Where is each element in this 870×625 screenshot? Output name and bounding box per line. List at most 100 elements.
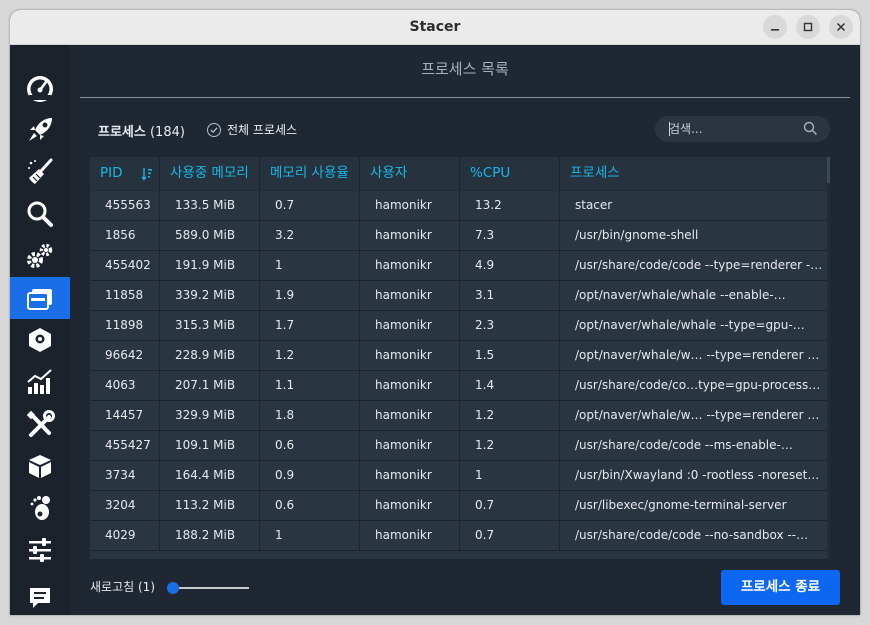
app-window: Stacer 프로세스 목록 프로세스 (184) 전체 프로세스 검색... … bbox=[10, 10, 860, 615]
cell-pid: 11858 bbox=[90, 281, 160, 310]
sidebar-item-cleaner[interactable] bbox=[10, 151, 70, 193]
refresh-slider[interactable] bbox=[167, 581, 251, 595]
refresh-label: 새로고침 (1) bbox=[90, 578, 155, 595]
cell-memory: 207.1 MiB bbox=[160, 371, 260, 400]
slider-handle[interactable] bbox=[167, 582, 179, 594]
sidebar-item-services[interactable] bbox=[10, 235, 70, 277]
cell-pid: 11898 bbox=[90, 311, 160, 340]
table-row[interactable]: 3734 164.4 MiB 0.9 hamonikr 1/usr/bin/Xwayla… bbox=[90, 461, 827, 491]
cell-memory: 188.2 MiB bbox=[160, 521, 260, 550]
sidebar-item-uninstaller[interactable] bbox=[10, 319, 70, 361]
cell-memory-percent: 1 bbox=[260, 521, 360, 550]
maximize-icon bbox=[803, 22, 813, 32]
cell-memory: 133.5 MiB bbox=[160, 191, 260, 220]
cell-cpu: 13.2 bbox=[460, 191, 560, 220]
cell-pid: 455427 bbox=[90, 431, 160, 460]
minimize-button[interactable] bbox=[763, 15, 787, 39]
all-processes-checkbox[interactable]: 전체 프로세스 bbox=[207, 121, 297, 138]
cell-cpu: 3.1 bbox=[460, 281, 560, 310]
table-row[interactable]: 1856 589.0 MiB 3.2 hamonikr 7.3/usr/bin/gnom… bbox=[90, 221, 827, 251]
cell-process: /opt/naver/whale/whale --enable-… bbox=[575, 288, 786, 302]
sidebar-item-apt[interactable] bbox=[10, 445, 70, 487]
table-row[interactable]: 455402 191.9 MiB 1 hamonikr 4.9/usr/share/co… bbox=[90, 251, 827, 281]
process-table: PID 사용중 메모리 메모리 사용율 사용자 %CPU 프로세스 455563… bbox=[90, 157, 830, 559]
table-row[interactable]: 11858 339.2 MiB 1.9 hamonikr 3.1/opt/naver/w… bbox=[90, 281, 827, 311]
column-header-cpu[interactable]: %CPU bbox=[460, 157, 560, 190]
table-row[interactable]: 4029 188.2 MiB 1 hamonikr 0.7/usr/share/code… bbox=[90, 521, 827, 551]
table-row-partial bbox=[90, 551, 827, 559]
process-count-label: 프로세스 bbox=[98, 125, 146, 140]
column-header-pid[interactable]: PID bbox=[90, 157, 160, 190]
process-count-value: (184) bbox=[149, 125, 185, 140]
cell-process: /usr/share/code/co…type=gpu-process … bbox=[575, 378, 825, 392]
column-header-memory[interactable]: 사용중 메모리 bbox=[160, 157, 260, 190]
cell-cpu: 1.2 bbox=[460, 401, 560, 430]
package-icon bbox=[29, 455, 51, 478]
cell-process: /usr/share/code/code --no-sandbox --… bbox=[575, 528, 809, 542]
slider-track bbox=[173, 587, 249, 589]
cell-memory-percent: 0.6 bbox=[260, 491, 360, 520]
cell-pid: 4063 bbox=[90, 371, 160, 400]
sidebar-item-dashboard[interactable] bbox=[10, 67, 70, 109]
cell-memory-percent: 0.7 bbox=[260, 191, 360, 220]
broom-icon bbox=[28, 158, 53, 184]
cell-memory-percent: 1.7 bbox=[260, 311, 360, 340]
processes-icon bbox=[27, 289, 52, 310]
column-header-user[interactable]: 사용자 bbox=[360, 157, 460, 190]
cell-memory-percent: 1.2 bbox=[260, 341, 360, 370]
table-row[interactable]: 4063 207.1 MiB 1.1 hamonikr 1.4/usr/share/co… bbox=[90, 371, 827, 401]
minimize-icon bbox=[771, 29, 779, 31]
cell-process: /usr/share/code/code --ms-enable-… bbox=[575, 438, 793, 452]
cell-memory: 191.9 MiB bbox=[160, 251, 260, 280]
search-input[interactable] bbox=[669, 116, 799, 142]
table-header: PID 사용중 메모리 메모리 사용율 사용자 %CPU 프로세스 bbox=[90, 157, 827, 190]
all-processes-label: 전체 프로세스 bbox=[227, 123, 298, 137]
cell-user: hamonikr bbox=[360, 191, 460, 220]
sidebar-item-startup[interactable] bbox=[10, 109, 70, 151]
scrollbar[interactable] bbox=[827, 157, 830, 559]
table-row[interactable]: 14457 329.9 MiB 1.8 hamonikr 1.2/opt/naver/w… bbox=[90, 401, 827, 431]
cell-user: hamonikr bbox=[360, 521, 460, 550]
cell-user: hamonikr bbox=[360, 461, 460, 490]
maximize-button[interactable] bbox=[796, 15, 820, 39]
sidebar-item-feedback[interactable] bbox=[10, 577, 70, 615]
table-row[interactable]: 455427 109.1 MiB 0.6 hamonikr 1.2/usr/share/… bbox=[90, 431, 827, 461]
scrollbar-thumb[interactable] bbox=[827, 157, 830, 183]
search-icon[interactable] bbox=[803, 121, 818, 140]
close-button[interactable] bbox=[829, 15, 853, 39]
sidebar-item-processes[interactable] bbox=[10, 277, 70, 319]
cell-user: hamonikr bbox=[360, 251, 460, 280]
sidebar-item-settings[interactable] bbox=[10, 529, 70, 571]
end-process-button[interactable]: 프로세스 종료 bbox=[721, 570, 840, 605]
sidebar-item-search[interactable] bbox=[10, 193, 70, 235]
column-label: PID bbox=[100, 165, 123, 181]
cell-process: /usr/bin/gnome-shell bbox=[575, 228, 699, 242]
sort-descending-icon bbox=[141, 168, 152, 181]
cell-user: hamonikr bbox=[360, 371, 460, 400]
column-header-process[interactable]: 프로세스 bbox=[560, 157, 827, 190]
table-row[interactable]: 3204 113.2 MiB 0.6 hamonikr 0.7/usr/libexec/… bbox=[90, 491, 827, 521]
cell-cpu: 7.3 bbox=[460, 221, 560, 250]
gnome-icon bbox=[30, 496, 50, 520]
column-header-memory-percent[interactable]: 메모리 사용율 bbox=[260, 157, 360, 190]
cell-memory-percent: 1.9 bbox=[260, 281, 360, 310]
cell-cpu: 1 bbox=[460, 461, 560, 490]
refresh-text: 새로고침 bbox=[90, 580, 135, 594]
table-row[interactable]: 11898 315.3 MiB 1.7 hamonikr 2.3/opt/naver/w… bbox=[90, 311, 827, 341]
table-row[interactable]: 455563 133.5 MiB 0.7 hamonikr 13.2 stacer bbox=[90, 191, 827, 221]
cell-pid: 3204 bbox=[90, 491, 160, 520]
sidebar-item-gnome[interactable] bbox=[10, 487, 70, 529]
sliders-icon bbox=[29, 538, 51, 562]
speedometer-icon bbox=[27, 76, 53, 102]
sidebar-item-resources[interactable] bbox=[10, 361, 70, 403]
cell-memory: 339.2 MiB bbox=[160, 281, 260, 310]
cell-process: /opt/naver/whale/whale --type=gpu-… bbox=[575, 318, 805, 332]
cell-process: /usr/bin/Xwayland :0 -rootless -noreset … bbox=[575, 468, 827, 482]
sidebar-item-helpers[interactable] bbox=[10, 403, 70, 445]
cell-pid: 3734 bbox=[90, 461, 160, 490]
cell-memory-percent: 1.1 bbox=[260, 371, 360, 400]
cell-memory: 113.2 MiB bbox=[160, 491, 260, 520]
cell-pid: 96642 bbox=[90, 341, 160, 370]
table-row[interactable]: 96642 228.9 MiB 1.2 hamonikr 1.5/opt/naver/w… bbox=[90, 341, 827, 371]
cell-user: hamonikr bbox=[360, 281, 460, 310]
